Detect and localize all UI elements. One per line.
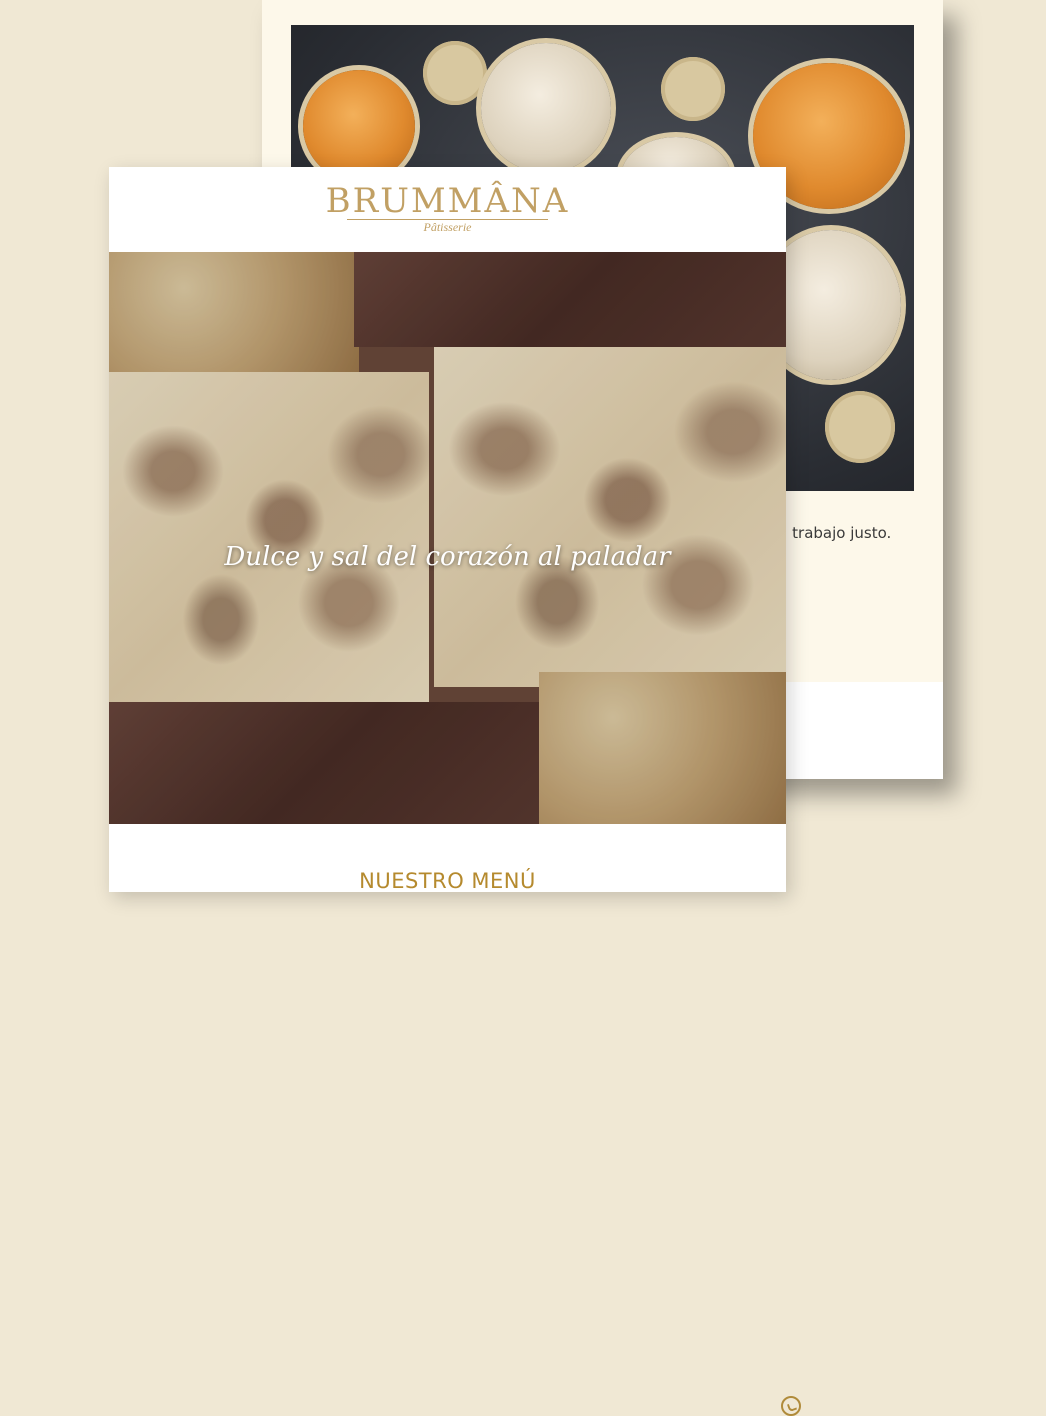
brand-logo[interactable]: BRUMMÂNA Pâtisserie [109,167,786,252]
dough-round [423,41,487,105]
pear-tart [481,43,611,173]
brand-subtitle: Pâtisserie [423,220,472,234]
brand-name: BRUMMÂNA [325,181,570,221]
dough-round [661,57,725,121]
back-page-text: el trabajo justo. [774,524,892,542]
whatsapp-icon[interactable] [781,1396,801,1416]
hero-banner: Dulce y sal del corazón al paladar [109,252,786,824]
dough-round [825,391,895,463]
apricot-tart [303,70,415,182]
menu-section-heading: NUESTRO MENÚ [359,869,536,892]
hero-tagline: Dulce y sal del corazón al paladar [224,542,671,572]
front-page-card: BRUMMÂNA Pâtisserie Dulce y sal del cora… [109,167,786,892]
hero-overlay [109,252,786,824]
